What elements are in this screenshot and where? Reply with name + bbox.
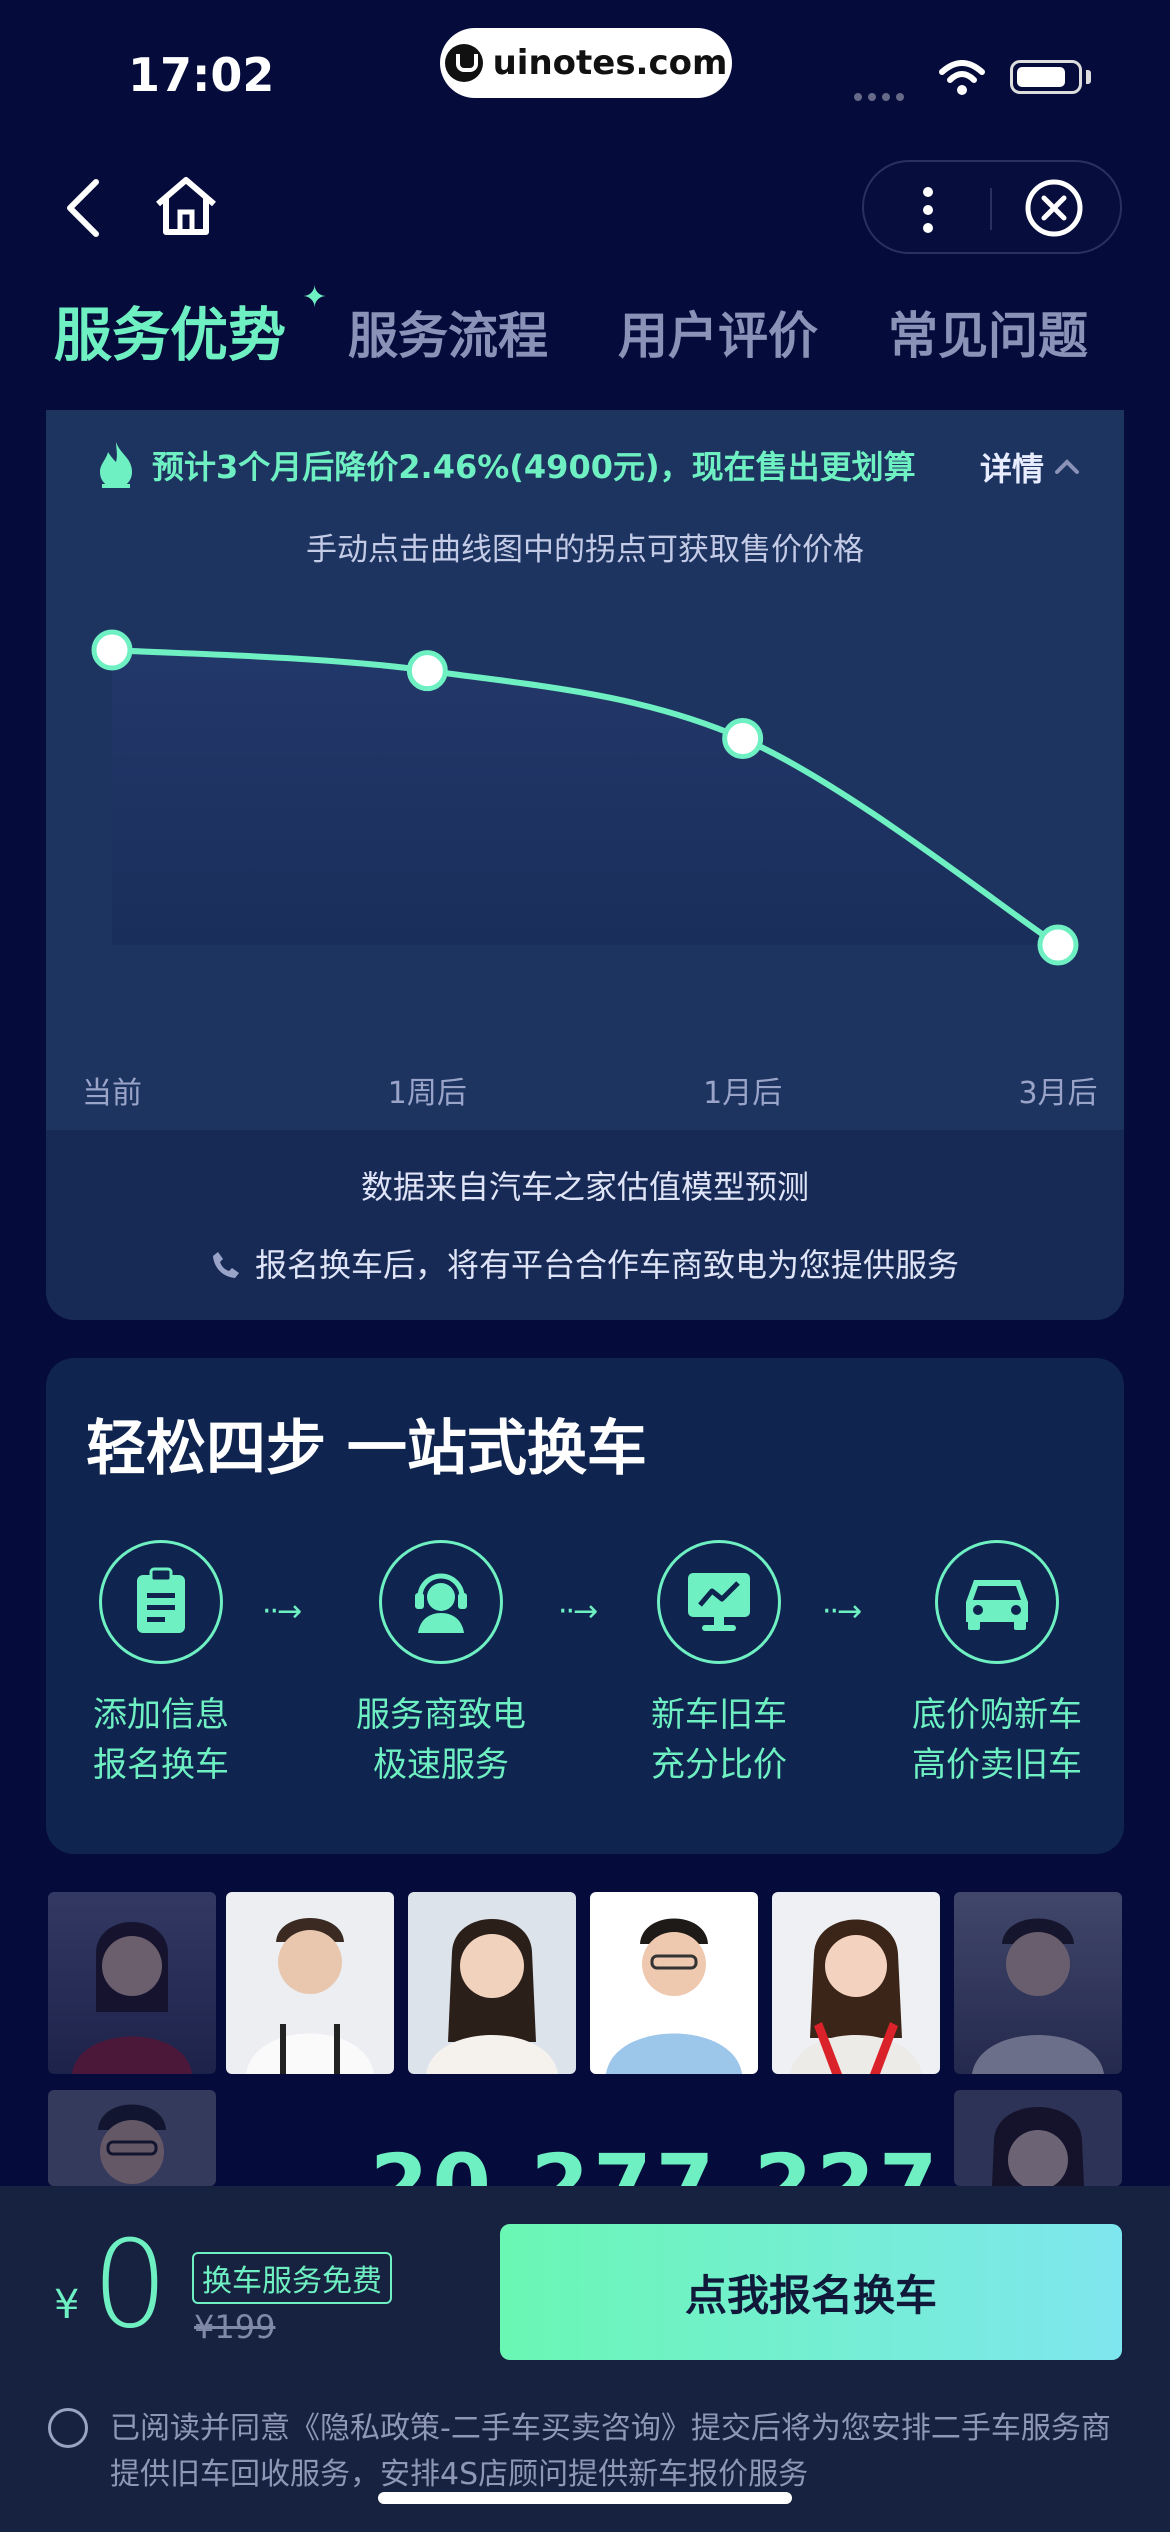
price-notice: 预计3个月后降价2.46%(4900元)，现在售出更划算 — [96, 440, 916, 490]
price-chart — [91, 629, 1079, 966]
x-tick-label: 当前 — [82, 1076, 142, 1111]
user-avatar — [226, 1892, 394, 2074]
x-tick-label: 1周后 — [387, 1076, 467, 1111]
free-service-badge: 换车服务免费 — [192, 2252, 392, 2304]
step-2: 服务商致电 极速服务 — [316, 1540, 566, 1790]
flame-icon — [100, 442, 132, 488]
tab-service-advantage[interactable]: 服务优势 — [54, 288, 286, 372]
cell-signal-icon — [854, 86, 910, 105]
step-3-line2: 充分比价 — [651, 1745, 787, 1785]
clipboard-icon — [137, 1567, 185, 1633]
tab-service-process[interactable]: 服务流程 — [348, 296, 548, 368]
step-3: 新车旧车 充分比价 — [594, 1540, 844, 1790]
user-avatar — [954, 1892, 1122, 2074]
original-price: ¥199 — [194, 2308, 276, 2346]
battery-cap — [1086, 70, 1091, 84]
mini-program-capsule — [862, 160, 1122, 254]
user-avatar — [772, 1892, 940, 2074]
step-3-line1: 新车旧车 — [651, 1695, 787, 1735]
step-4-line1: 底价购新车 — [912, 1695, 1082, 1735]
step-arrow-icon: ··→ — [558, 1594, 598, 1629]
step-1-line2: 报名换车 — [93, 1745, 229, 1785]
wifi-icon — [939, 60, 985, 95]
x-tick-label: 3月后 — [1018, 1076, 1098, 1111]
capsule-divider — [990, 188, 992, 230]
home-indicator — [378, 2492, 792, 2504]
user-avatar — [48, 2090, 216, 2186]
bottom-bar: ¥ 0 换车服务免费 ¥199 点我报名换车 已阅读并同意《隐私政策-二手车买卖… — [0, 2186, 1170, 2532]
agreement-text: 已阅读并同意《隐私政策-二手车买卖咨询》提交后将为您安排二手车服务商提供旧车回收… — [110, 2411, 1111, 2492]
back-icon[interactable] — [62, 178, 106, 238]
step-arrow-icon: ··→ — [822, 1594, 862, 1629]
chart-point-1[interactable] — [91, 629, 133, 671]
tab-bar: 服务优势 ✦ 服务流程 用户评价 常见问题 — [54, 280, 1124, 386]
agreement-checkbox[interactable] — [48, 2408, 88, 2448]
currency-symbol: ¥ — [54, 2282, 80, 2328]
four-steps-card: 轻松四步 一站式换车 添加信息 报名换车 ··→ 服务商致电 极速服务 ··→ … — [46, 1358, 1124, 1854]
car-icon — [966, 1580, 1028, 1630]
step-2-line2: 极速服务 — [373, 1745, 509, 1785]
user-avatar — [408, 1892, 576, 2074]
step-4-line2: 高价卖旧车 — [912, 1745, 1082, 1785]
battery-icon — [1010, 60, 1082, 94]
user-avatar — [590, 1892, 758, 2074]
chart-point-2[interactable] — [406, 650, 448, 692]
chart-hint: 手动点击曲线图中的拐点可获取售价价格 — [306, 532, 864, 568]
step-2-line1: 服务商致电 — [356, 1695, 526, 1735]
step-1-line1: 添加信息 — [93, 1695, 229, 1735]
url-pill: uinotes.com — [440, 28, 732, 98]
detail-toggle[interactable]: 详情 — [980, 444, 1080, 490]
tab-faq[interactable]: 常见问题 — [888, 296, 1088, 368]
detail-label: 详情 — [979, 450, 1044, 488]
more-icon[interactable] — [920, 186, 936, 234]
data-source: 数据来自汽车之家估值模型预测 — [360, 1168, 809, 1206]
status-time: 17:02 — [128, 48, 275, 102]
home-icon[interactable] — [152, 174, 220, 238]
user-avatar — [954, 2090, 1122, 2186]
signup-button[interactable]: 点我报名换车 — [500, 2224, 1122, 2360]
sparkle-icon: ✦ — [302, 280, 328, 315]
chart-point-3[interactable] — [722, 718, 764, 759]
service-note-text: 报名换车后，将有平台合作车商致电为您提供服务 — [254, 1246, 959, 1284]
price-notice-text: 预计3个月后降价2.46%(4900元)，现在售出更划算 — [152, 448, 916, 486]
site-logo-icon — [444, 44, 483, 82]
chart-point-4[interactable] — [1037, 924, 1079, 966]
monitor-chart-icon — [688, 1573, 750, 1631]
price-prediction-card: 预计3个月后降价2.46%(4900元)，现在售出更划算 详情 手动点击曲线图中… — [46, 410, 1124, 1320]
price-value: 0 — [92, 2216, 169, 2355]
tab-user-reviews[interactable]: 用户评价 — [618, 296, 818, 368]
x-tick-label: 1月后 — [703, 1076, 783, 1111]
step-4: 底价购新车 高价卖旧车 — [872, 1540, 1122, 1790]
step-1: 添加信息 报名换车 — [36, 1540, 286, 1790]
chevron-up-icon — [1055, 459, 1079, 474]
step-arrow-icon: ··→ — [262, 1594, 302, 1629]
headset-agent-icon — [415, 1573, 467, 1633]
user-avatar — [48, 1892, 216, 2074]
steps-title: 轻松四步 一站式换车 — [86, 1414, 647, 1484]
phone-icon — [212, 1252, 239, 1278]
service-note: 报名换车后，将有平台合作车商致电为您提供服务 — [46, 1240, 1124, 1286]
url-text: uinotes.com — [492, 43, 728, 83]
close-icon[interactable] — [1024, 178, 1084, 238]
